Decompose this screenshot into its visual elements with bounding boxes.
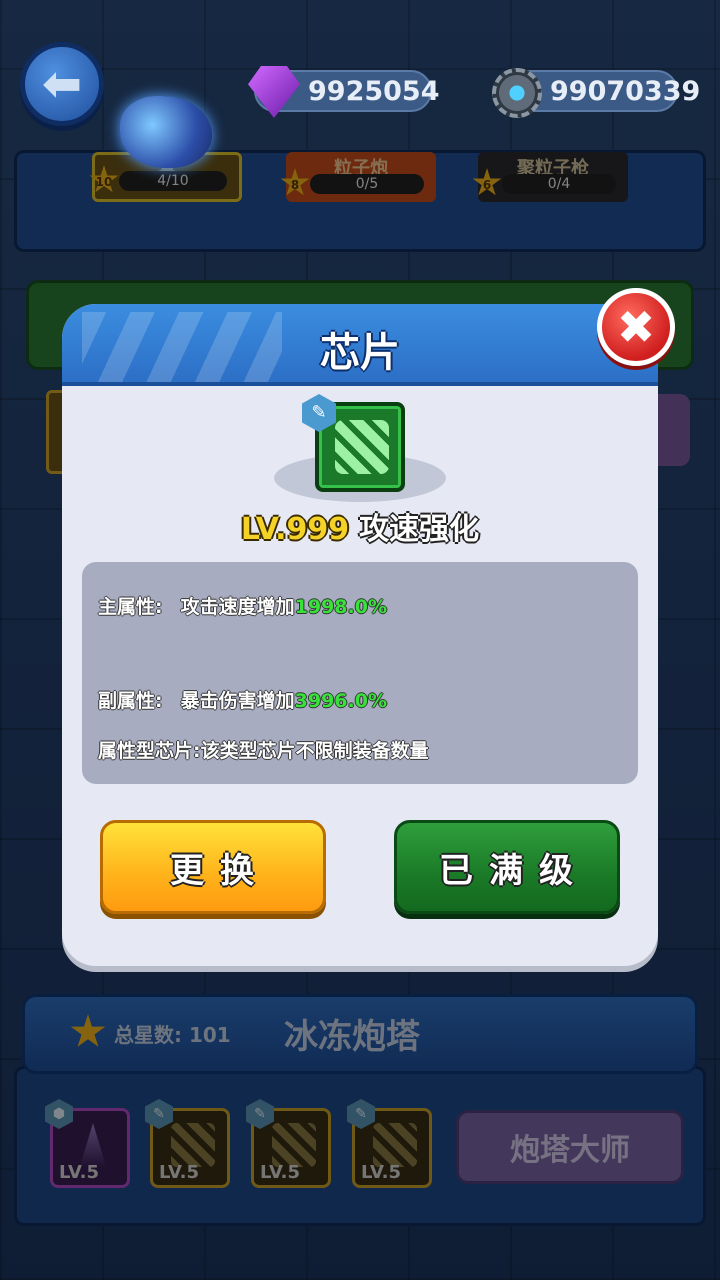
chip-modal: 芯片 ✎ LV.999 攻速强化 主属性: 攻击速度增加1998.0% 副属性: 暴击… <box>62 304 658 966</box>
main-attr-label: 主属性: <box>98 596 163 618</box>
chip-title: 攻速强化 <box>359 512 480 547</box>
gem-amount: 9925054 <box>308 75 440 107</box>
sub-attr-text: 暴击伤害增加 <box>180 690 295 712</box>
gear-icon <box>492 68 542 118</box>
main-attribute: 主属性: 攻击速度增加1998.0% <box>98 592 387 619</box>
attributes-panel: 主属性: 攻击速度增加1998.0% 副属性: 暴击伤害增加3996.0% 属性型芯… <box>82 562 638 784</box>
chip-name-line: LV.999 攻速强化 <box>62 504 658 548</box>
sub-attr-label: 副属性: <box>98 690 163 712</box>
chip-type: 属性型芯片:该类型芯片不限制装备数量 <box>98 736 429 763</box>
main-attr-value: 1998.0% <box>294 596 387 618</box>
arrow-left-icon: ⬅ <box>41 56 83 112</box>
back-button[interactable]: ⬅ <box>20 42 104 126</box>
replace-button[interactable]: 更换 <box>100 820 326 914</box>
max-level-button[interactable]: 已满级 <box>394 820 620 914</box>
close-button[interactable]: ✖ <box>597 288 675 366</box>
chip-type-desc: 该类型芯片不限制装备数量 <box>200 740 429 762</box>
modal-title: 芯片 <box>320 330 400 376</box>
sub-attr-value: 3996.0% <box>294 690 387 712</box>
main-attr-text: 攻击速度增加 <box>180 596 295 618</box>
close-x-icon: ✖ <box>616 300 656 354</box>
gear-counter: 99070339 <box>492 68 700 118</box>
gem-counter: 9925054 <box>248 66 440 118</box>
sub-attribute: 副属性: 暴击伤害增加3996.0% <box>98 686 387 713</box>
gear-amount: 99070339 <box>550 75 701 107</box>
chip-level: LV.999 <box>240 512 350 547</box>
modal-header: 芯片 <box>62 304 658 386</box>
chip-type-label: 属性型芯片: <box>98 740 201 762</box>
bullets-graphic <box>335 420 389 474</box>
